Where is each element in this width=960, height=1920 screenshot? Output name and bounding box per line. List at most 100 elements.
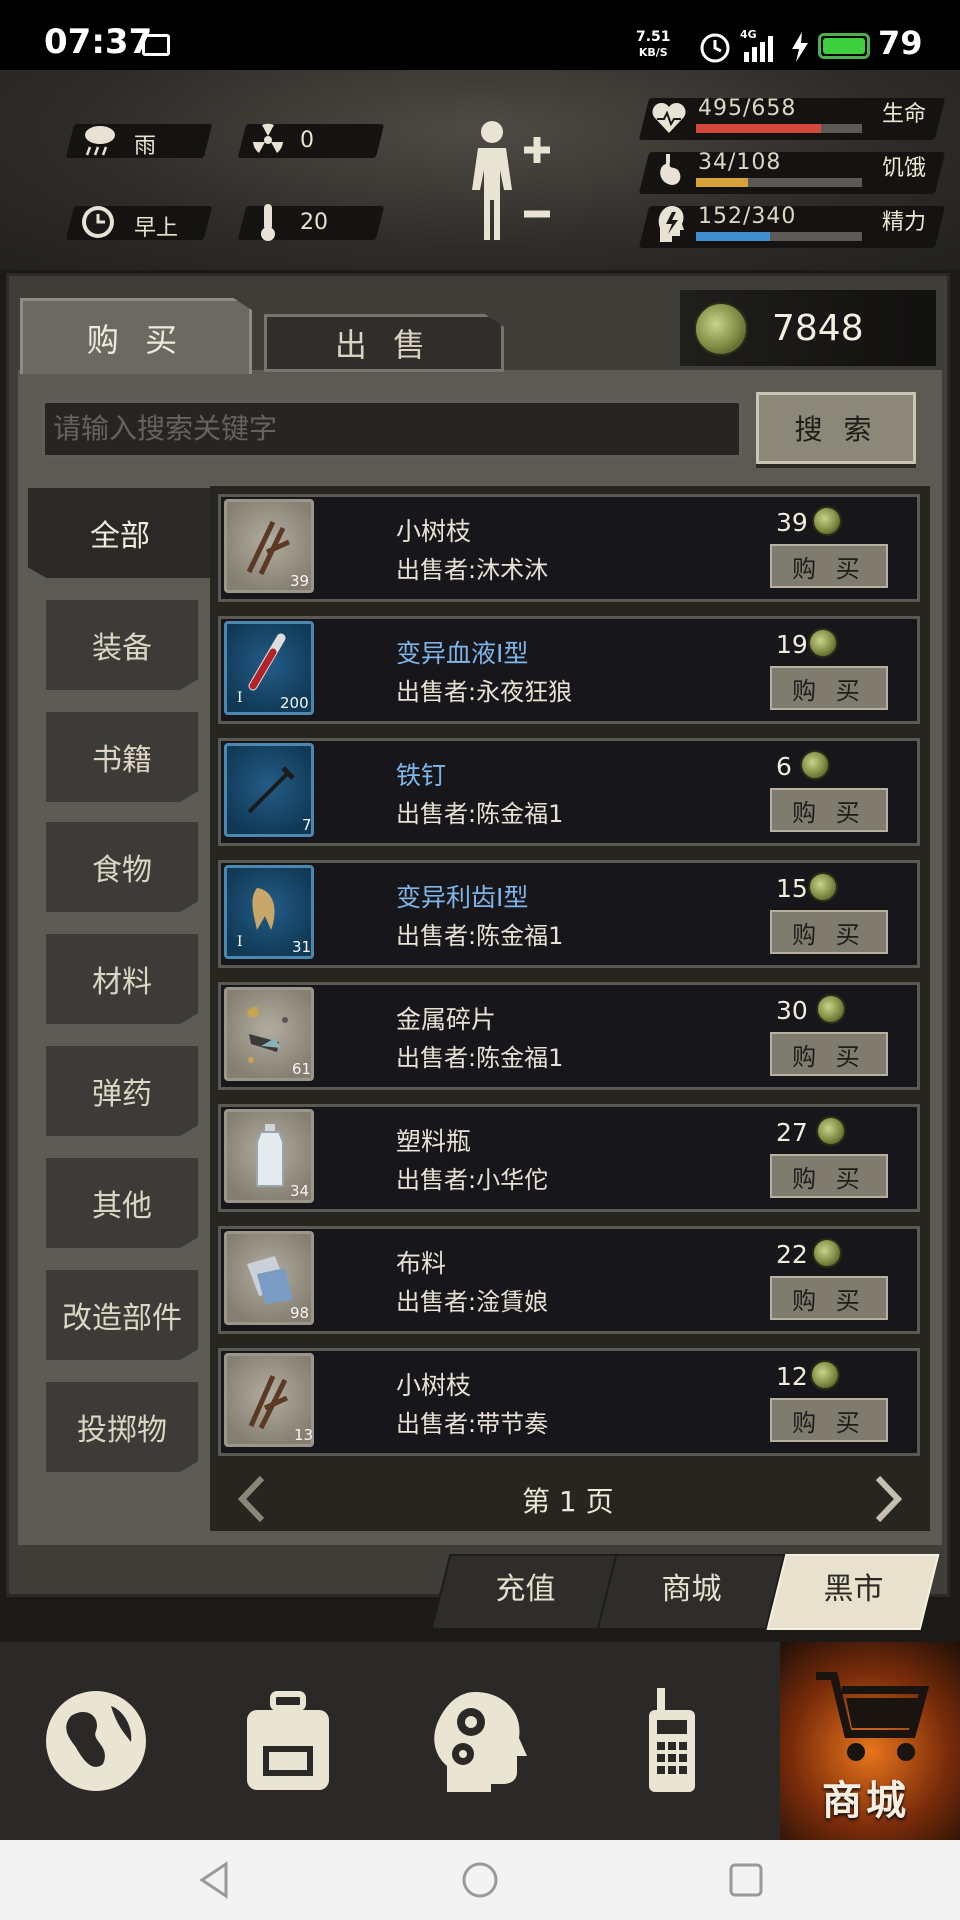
map-button[interactable]: [0, 1642, 192, 1840]
prev-page-icon[interactable]: [234, 1474, 270, 1524]
item-price: 30: [776, 996, 808, 1025]
battery-percent: 79: [878, 24, 923, 62]
radio-button[interactable]: [576, 1642, 768, 1840]
hunger-label: 饥饿: [882, 156, 927, 181]
weather-label: 雨: [134, 134, 157, 159]
item-name: 小树枝: [396, 517, 472, 546]
nail-icon: [224, 743, 314, 837]
item-quantity: 31: [292, 938, 312, 956]
signal-icon: [744, 36, 773, 62]
item-quantity: 200: [280, 694, 309, 712]
item-name: 变异血液Ⅰ型: [396, 639, 529, 668]
item-name: 塑料瓶: [396, 1127, 472, 1156]
image-notification-icon: [142, 34, 170, 56]
tab-sell[interactable]: 出 售: [264, 314, 504, 372]
rain-cloud-icon: [85, 126, 115, 156]
tab-recharge[interactable]: 充值: [430, 1554, 620, 1630]
coin-icon: [812, 1238, 842, 1268]
energy-label: 精力: [882, 210, 927, 235]
category-mod-parts[interactable]: 改造部件: [46, 1270, 198, 1360]
item-seller: 出售者:沐术沐: [396, 556, 549, 584]
item-quantity: 98: [290, 1304, 310, 1322]
item-name: 金属碎片: [396, 1005, 497, 1034]
buy-button[interactable]: 购 买: [770, 1032, 888, 1076]
category-materials[interactable]: 材料: [46, 934, 198, 1024]
thermometer-icon: [261, 204, 275, 241]
radiation-value: 0: [300, 128, 314, 153]
home-icon[interactable]: [460, 1860, 500, 1900]
item-quantity: 34: [290, 1182, 310, 1200]
network-speed: 7.51 KB/S: [636, 29, 671, 60]
coin-icon: [800, 750, 830, 780]
globe-icon: [46, 1691, 146, 1791]
alarm-icon: [700, 33, 730, 63]
inventory-button[interactable]: [192, 1642, 384, 1840]
item-seller: 出售者:永夜狂狼: [396, 678, 573, 706]
tab-buy[interactable]: 购 买: [20, 298, 252, 374]
buy-button[interactable]: 购 买: [770, 1398, 888, 1442]
item-name: 小树枝: [396, 1371, 472, 1400]
item-quantity: 39: [290, 572, 310, 590]
item-name: 变异利齿Ⅰ型: [396, 883, 529, 912]
skills-button[interactable]: [384, 1642, 576, 1840]
item-name: 铁钉: [396, 761, 447, 790]
item-price: 27: [776, 1118, 808, 1147]
buy-button[interactable]: 购 买: [770, 788, 888, 832]
time-of-day: 早上: [134, 216, 179, 241]
battery-level: [823, 38, 865, 54]
buy-button[interactable]: 购 买: [770, 544, 888, 588]
back-icon[interactable]: [196, 1860, 232, 1900]
buy-button[interactable]: 购 买: [770, 1154, 888, 1198]
svg-text:I: I: [237, 934, 243, 950]
item-quantity: 61: [292, 1060, 312, 1078]
tab-black-market[interactable]: 黑市: [766, 1554, 940, 1630]
svg-text:I: I: [237, 690, 243, 706]
category-equipment[interactable]: 装备: [46, 600, 198, 690]
buy-button[interactable]: 购 买: [770, 1276, 888, 1320]
coin-icon: [694, 302, 748, 356]
hunger-value: 34/108: [698, 150, 782, 175]
category-ammo[interactable]: 弹药: [46, 1046, 198, 1136]
tab-mall[interactable]: 商城: [596, 1554, 786, 1630]
buy-button[interactable]: 购 买: [770, 666, 888, 710]
next-page-icon[interactable]: [870, 1474, 906, 1524]
coin-icon: [808, 872, 838, 902]
category-all[interactable]: 全部: [28, 488, 212, 578]
energy-bar-fill: [696, 232, 771, 241]
search-button[interactable]: 搜 索: [756, 392, 916, 464]
hunger-bar: [696, 178, 862, 187]
recents-icon[interactable]: [728, 1862, 764, 1898]
category-food[interactable]: 食物: [46, 822, 198, 912]
buy-button[interactable]: 购 买: [770, 910, 888, 954]
heart-icon: [652, 102, 686, 133]
search-input[interactable]: 请输入搜索关键字: [42, 400, 742, 458]
body-status-icon[interactable]: [464, 118, 560, 248]
coin-icon: [816, 1116, 846, 1146]
item-price: 6: [776, 752, 792, 781]
item-price: 12: [776, 1362, 808, 1391]
hp-value: 495/658: [698, 96, 797, 121]
coin-icon: [816, 994, 846, 1024]
backpack-icon: [247, 1691, 329, 1790]
energy-icon: [658, 206, 684, 242]
currency-amount: 7848: [772, 308, 864, 349]
clock: 07:37: [44, 22, 153, 62]
item-price: 39: [776, 508, 808, 537]
coin-icon: [810, 1360, 840, 1390]
walkie-talkie-icon: [649, 1688, 695, 1792]
category-books[interactable]: 书籍: [46, 712, 198, 802]
category-other[interactable]: 其他: [46, 1158, 198, 1248]
item-price: 15: [776, 874, 808, 903]
item-name: 布料: [396, 1249, 447, 1278]
charging-icon: [792, 32, 808, 62]
temperature-value: 20: [300, 210, 328, 235]
energy-value: 152/340: [698, 204, 797, 229]
coin-icon: [812, 506, 842, 536]
clock-icon: [82, 206, 114, 238]
coin-icon: [808, 628, 838, 658]
hp-bar: [696, 124, 862, 133]
category-throwables[interactable]: 投掷物: [46, 1382, 198, 1472]
hp-bar-fill: [696, 124, 821, 133]
energy-bar: [696, 232, 862, 241]
item-quantity: 13: [294, 1426, 314, 1444]
